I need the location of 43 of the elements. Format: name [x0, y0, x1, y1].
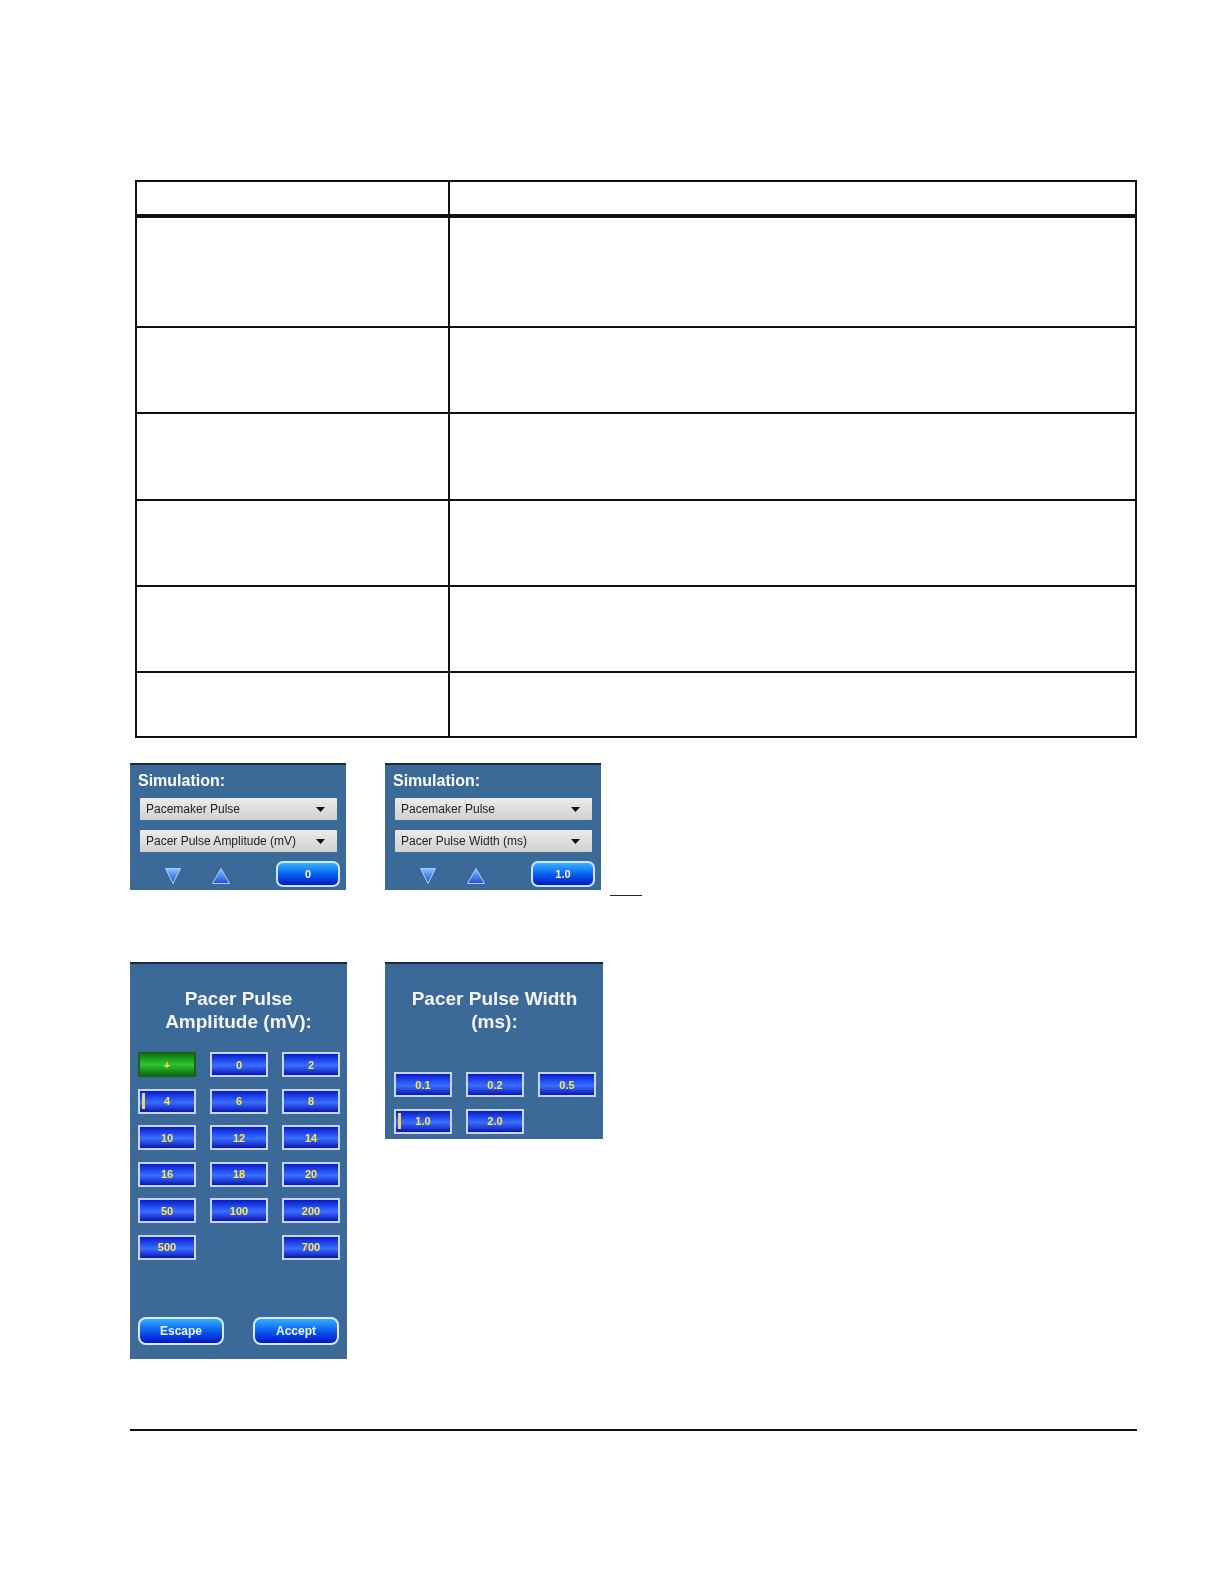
caret-down-icon	[316, 838, 325, 844]
keypad-key[interactable]: 18	[210, 1161, 268, 1187]
keypad-key[interactable]: 8	[282, 1088, 340, 1114]
keypad-key[interactable]: 4	[138, 1088, 196, 1114]
dropdown-field[interactable]: Pacemaker Pulse	[395, 798, 592, 820]
keypad-key[interactable]: 2	[282, 1052, 340, 1077]
cursor-bar-icon	[142, 1092, 145, 1109]
action-button[interactable]: Accept	[253, 1317, 339, 1345]
dropdown-field[interactable]: Pacer Pulse Amplitude (mV)	[140, 830, 337, 852]
value-button[interactable]: 0	[276, 861, 340, 887]
down-triangle-icon[interactable]	[165, 868, 181, 884]
keypad-key[interactable]: 0.1	[394, 1072, 452, 1097]
keypad-key[interactable]: 1.0	[394, 1108, 452, 1134]
keypad-key[interactable]: 20	[282, 1161, 340, 1187]
keypad-key[interactable]: 50	[138, 1198, 196, 1223]
action-button[interactable]: Escape	[138, 1317, 224, 1345]
up-triangle-icon[interactable]	[212, 868, 230, 884]
caret-down-icon	[316, 806, 325, 812]
keypad-key[interactable]: 0.5	[538, 1072, 596, 1097]
panel-title: Pacer Pulse Width (ms):	[410, 987, 579, 1033]
keypad-key[interactable]: 14	[282, 1125, 340, 1150]
keypad-key[interactable]: 200	[282, 1198, 340, 1223]
panel-heading: Simulation:	[393, 771, 481, 791]
dropdown-field[interactable]: Pacemaker Pulse	[140, 798, 337, 820]
keypad-key[interactable]: 500	[138, 1234, 196, 1260]
caret-down-icon	[571, 806, 580, 812]
keypad-key[interactable]: 10	[138, 1125, 196, 1150]
down-triangle-icon[interactable]	[420, 868, 436, 884]
keypad-key[interactable]: 16	[138, 1161, 196, 1187]
panel-heading: Simulation:	[138, 771, 226, 791]
keypad-key[interactable]: 6	[210, 1088, 268, 1114]
dropdown-field[interactable]: Pacer Pulse Width (ms)	[395, 830, 592, 852]
keypad-key[interactable]: 2.0	[466, 1108, 524, 1134]
caret-down-icon	[571, 838, 580, 844]
keypad-key[interactable]: 12	[210, 1125, 268, 1150]
panel-title: Pacer Pulse Amplitude (mV):	[164, 987, 313, 1033]
keypad-key[interactable]: 100	[210, 1198, 268, 1223]
value-button[interactable]: 1.0	[531, 861, 595, 887]
keypad-key[interactable]: 0	[210, 1052, 268, 1077]
keypad-key[interactable]: 700	[282, 1234, 340, 1260]
up-triangle-icon[interactable]	[467, 868, 485, 884]
cursor-bar-icon	[398, 1112, 401, 1129]
keypad-key[interactable]: 0.2	[466, 1072, 524, 1097]
